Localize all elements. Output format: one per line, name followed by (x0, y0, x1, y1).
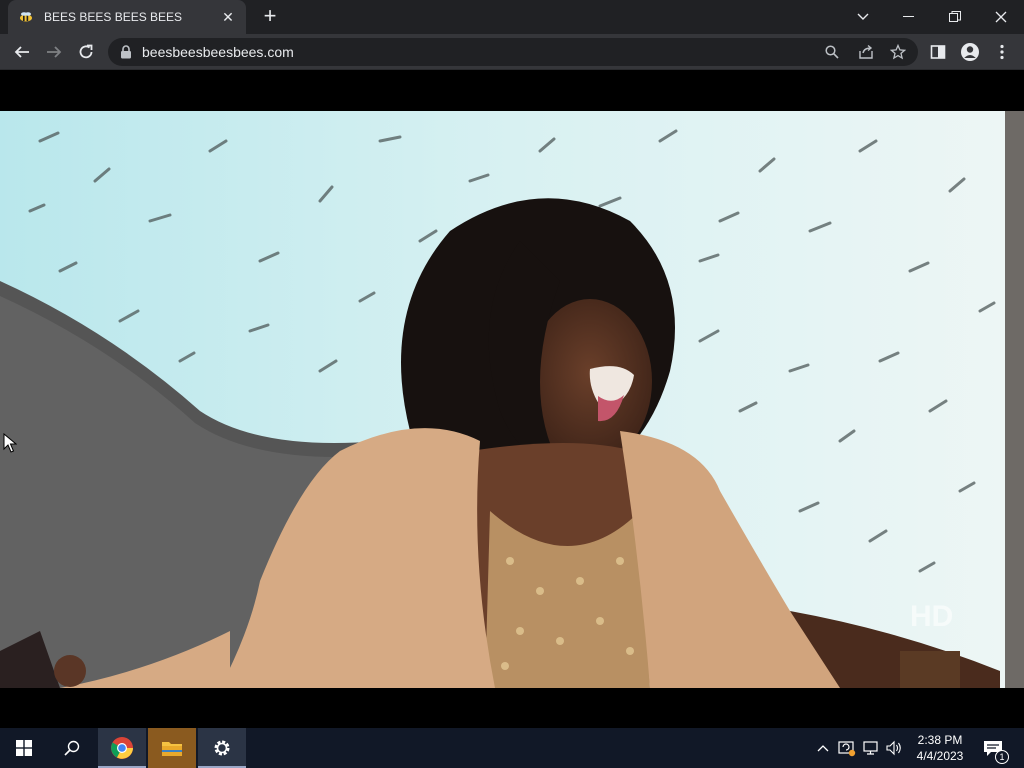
arrow-right-icon (46, 44, 62, 60)
mouse-cursor-icon (3, 432, 18, 458)
clock-time: 2:38 PM (917, 733, 963, 747)
kebab-menu-icon (1000, 44, 1004, 60)
start-button[interactable] (0, 728, 48, 768)
tab-search-dropdown-icon[interactable] (840, 0, 886, 34)
minimize-button[interactable] (886, 0, 932, 34)
volume-icon[interactable] (884, 738, 904, 758)
notification-icon: 1 (983, 740, 1009, 764)
side-panel-button[interactable] (924, 38, 952, 66)
new-tab-button[interactable]: + (258, 5, 282, 29)
address-bar[interactable]: beesbeesbeesbees.com (108, 38, 918, 66)
reload-button[interactable] (72, 38, 100, 66)
settings-taskbar-button[interactable] (198, 728, 246, 768)
search-icon (64, 740, 80, 756)
update-icon[interactable] (837, 738, 857, 758)
star-icon[interactable] (888, 42, 908, 62)
browser-title-bar: BEES BEES BEES BEES ✕ + (0, 0, 1024, 34)
gear-icon (212, 738, 232, 758)
restore-button[interactable] (932, 0, 978, 34)
lock-icon[interactable] (120, 45, 132, 59)
arrow-left-icon (14, 44, 30, 60)
folder-icon (161, 739, 183, 757)
reload-icon (78, 44, 94, 60)
menu-button[interactable] (988, 38, 1016, 66)
system-clock[interactable]: 2:38 PM 4/4/2023 (906, 732, 974, 764)
search-icon[interactable] (822, 42, 842, 62)
search-taskbar-button[interactable] (48, 728, 96, 768)
tab-close-icon[interactable]: ✕ (220, 9, 236, 25)
profile-icon (960, 42, 980, 62)
windows-taskbar: 2:38 PM 4/4/2023 1 (0, 728, 1024, 768)
chevron-up-icon[interactable] (813, 738, 833, 758)
file-explorer-taskbar-button[interactable] (148, 728, 196, 768)
action-center-button[interactable]: 1 (980, 736, 1009, 764)
side-panel-icon (930, 44, 946, 60)
browser-toolbar: beesbeesbeesbees.com (0, 34, 1024, 70)
svg-text:HD: HD (910, 600, 953, 633)
back-button[interactable] (8, 38, 36, 66)
chrome-taskbar-button[interactable] (98, 728, 146, 768)
share-icon[interactable] (856, 42, 876, 62)
profile-button[interactable] (956, 38, 984, 66)
network-icon[interactable] (861, 738, 881, 758)
windows-logo-icon (16, 740, 32, 756)
chrome-icon (110, 736, 134, 760)
bee-favicon-icon (18, 9, 34, 25)
browser-tab[interactable]: BEES BEES BEES BEES ✕ (8, 0, 246, 34)
clock-date: 4/4/2023 (916, 749, 964, 763)
forward-button[interactable] (40, 38, 68, 66)
tab-title: BEES BEES BEES BEES (44, 10, 183, 24)
web-page: HD (0, 70, 1024, 728)
bees-gif-image: HD (0, 111, 1024, 688)
url-text: beesbeesbeesbees.com (142, 44, 294, 60)
notification-count-badge: 1 (995, 750, 1009, 764)
close-window-button[interactable] (978, 0, 1024, 34)
